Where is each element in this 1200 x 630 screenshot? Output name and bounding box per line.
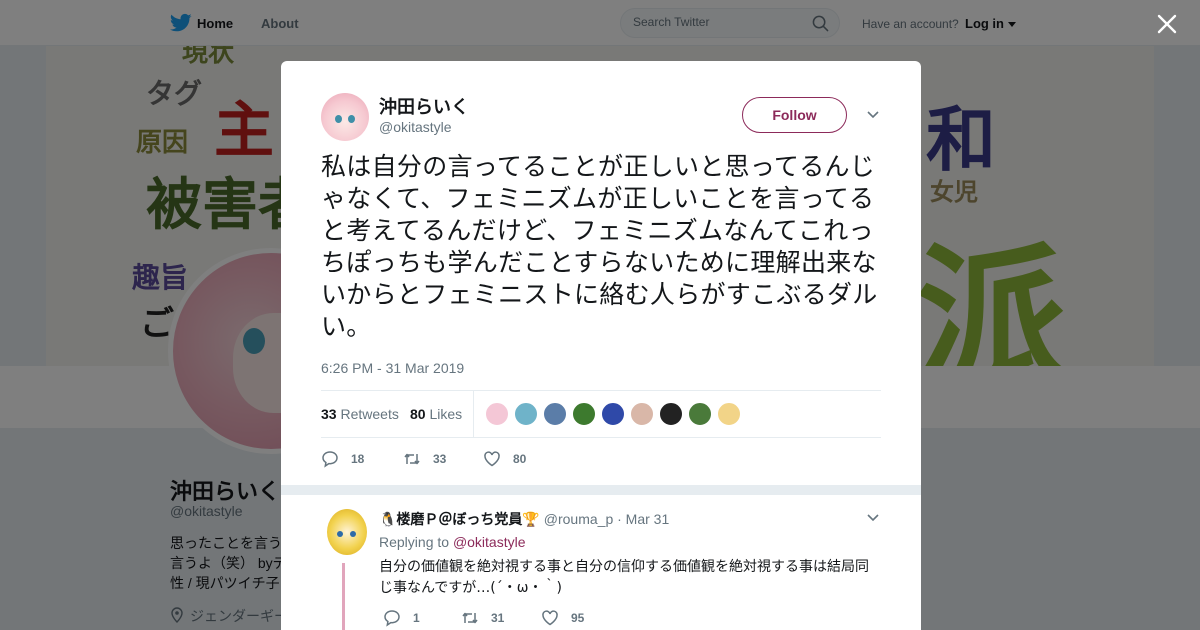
reply-text: 自分の価値観を絶対視する事と自分の信仰する価値観を絶対視する事は結局同じ事なんで…	[379, 559, 869, 596]
liker-avatar[interactable]	[485, 402, 509, 426]
follow-button[interactable]: Follow	[742, 97, 847, 133]
reply-date[interactable]: · Mar 31	[617, 511, 669, 527]
liker-avatar[interactable]	[688, 402, 712, 426]
tweet-author-handle[interactable]: @okitastyle	[379, 119, 452, 135]
section-divider	[281, 485, 921, 495]
retweet-icon	[462, 612, 478, 624]
tweet-timestamp[interactable]: 6:26 PM - 31 Mar 2019	[321, 360, 464, 376]
likes-stat[interactable]: 80 Likes	[410, 406, 462, 422]
liker-avatar[interactable]	[717, 402, 741, 426]
reply-author-handle[interactable]: @rouma_p	[544, 511, 613, 527]
chevron-down-icon[interactable]	[867, 514, 879, 522]
retweet-icon	[404, 453, 420, 465]
heart-icon	[484, 451, 500, 467]
liker-avatar[interactable]	[630, 402, 654, 426]
tweet-modal: 沖田らいく @okitastyle Follow 私は自分の言ってることが正しい…	[281, 61, 921, 630]
reply-author-name[interactable]: 🐧楼磨Ｐ＠ぼっち党員🏆	[379, 511, 540, 527]
reply-author-avatar[interactable]	[327, 509, 367, 555]
liker-avatar[interactable]	[572, 402, 596, 426]
heart-icon	[542, 610, 558, 626]
chevron-down-icon[interactable]	[867, 111, 879, 119]
stats-divider	[473, 391, 474, 437]
reply-icon	[322, 451, 338, 468]
thread-line	[342, 563, 345, 630]
tweet-stats: 33 Retweets 80 Likes	[321, 390, 881, 438]
reply-icon	[384, 610, 400, 627]
liker-avatar[interactable]	[543, 402, 567, 426]
liker-avatar[interactable]	[601, 402, 625, 426]
tweet-author-name[interactable]: 沖田らいく	[379, 93, 469, 119]
reply-header: 🐧楼磨Ｐ＠ぼっち党員🏆 @rouma_p · Mar 31	[379, 509, 669, 529]
replying-to-link[interactable]: @okitastyle	[453, 534, 526, 550]
tweet-author-avatar[interactable]	[321, 93, 369, 141]
liker-avatar[interactable]	[514, 402, 538, 426]
tweet-text: 私は自分の言ってることが正しいと思ってるんじゃなくて、フェミニズムが正しいことを…	[321, 152, 878, 341]
liker-avatar[interactable]	[659, 402, 683, 426]
replying-to: Replying to @okitastyle	[379, 534, 526, 550]
close-icon[interactable]	[1155, 12, 1179, 36]
retweets-stat[interactable]: 33 Retweets	[321, 406, 399, 422]
